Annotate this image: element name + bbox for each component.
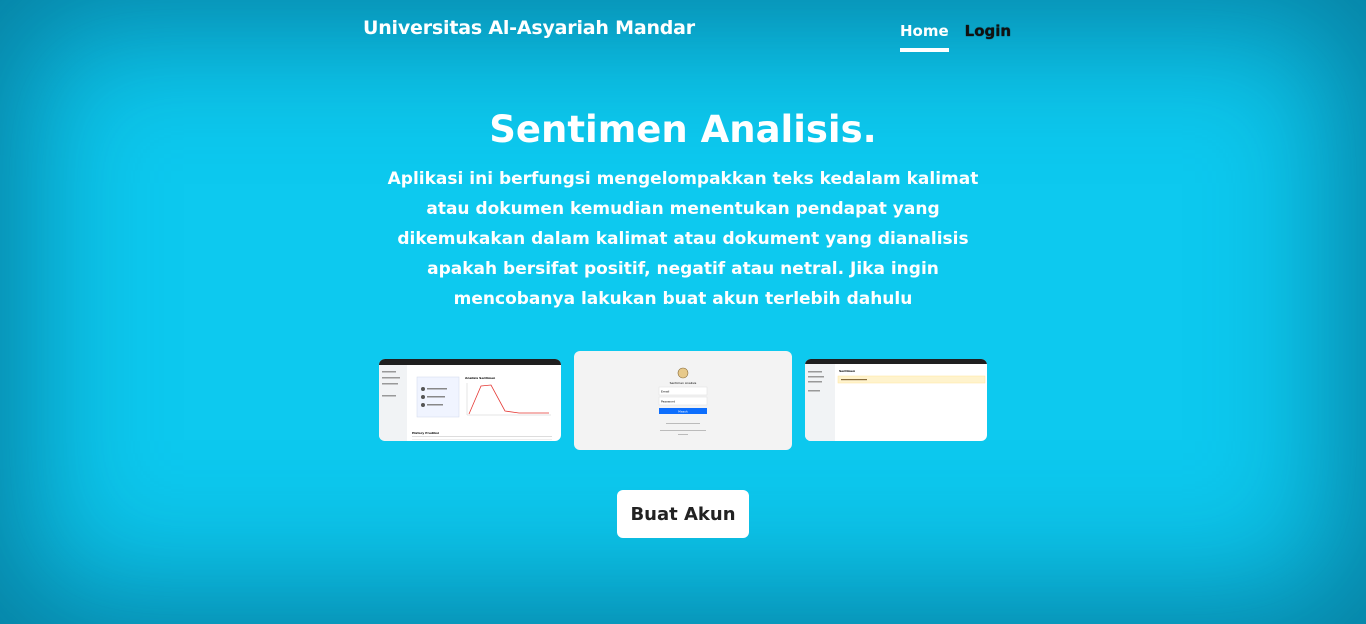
dashboard-preview-image: Analisis Sentimen History Prediksi <box>379 359 561 441</box>
sentimen-page-title: Sentimen <box>839 369 855 373</box>
create-account-button[interactable]: Buat Akun <box>617 490 749 538</box>
brand-title: Universitas Al-Asyariah Mandar <box>363 17 695 39</box>
login-submit-label: Masuk <box>678 410 688 414</box>
preview-login-screenshot: Sentimen Analisis Email Password Masuk <box>574 351 792 450</box>
preview-dashboard-screenshot: Analisis Sentimen History Prediksi <box>379 359 561 441</box>
dashboard-history-title: History Prediksi <box>412 431 439 435</box>
dashboard-chart-title: Analisis Sentimen <box>465 376 495 380</box>
hero-title: Sentimen Analisis. <box>489 108 877 151</box>
login-password-placeholder: Password <box>661 400 675 404</box>
main-nav: Home Login <box>900 22 1011 52</box>
preview-sentimen-screenshot: Sentimen <box>805 359 987 441</box>
hero-description: Aplikasi ini berfungsi mengelompakkan te… <box>387 169 979 309</box>
login-preview-image: Sentimen Analisis Email Password Masuk <box>658 367 708 435</box>
login-email-placeholder: Email <box>661 390 669 394</box>
sentimen-preview-image: Sentimen <box>805 359 987 441</box>
nav-login-link[interactable]: Login <box>965 22 1011 52</box>
nav-home-link[interactable]: Home <box>900 22 949 52</box>
login-app-title: Sentimen Analisis <box>670 381 697 385</box>
